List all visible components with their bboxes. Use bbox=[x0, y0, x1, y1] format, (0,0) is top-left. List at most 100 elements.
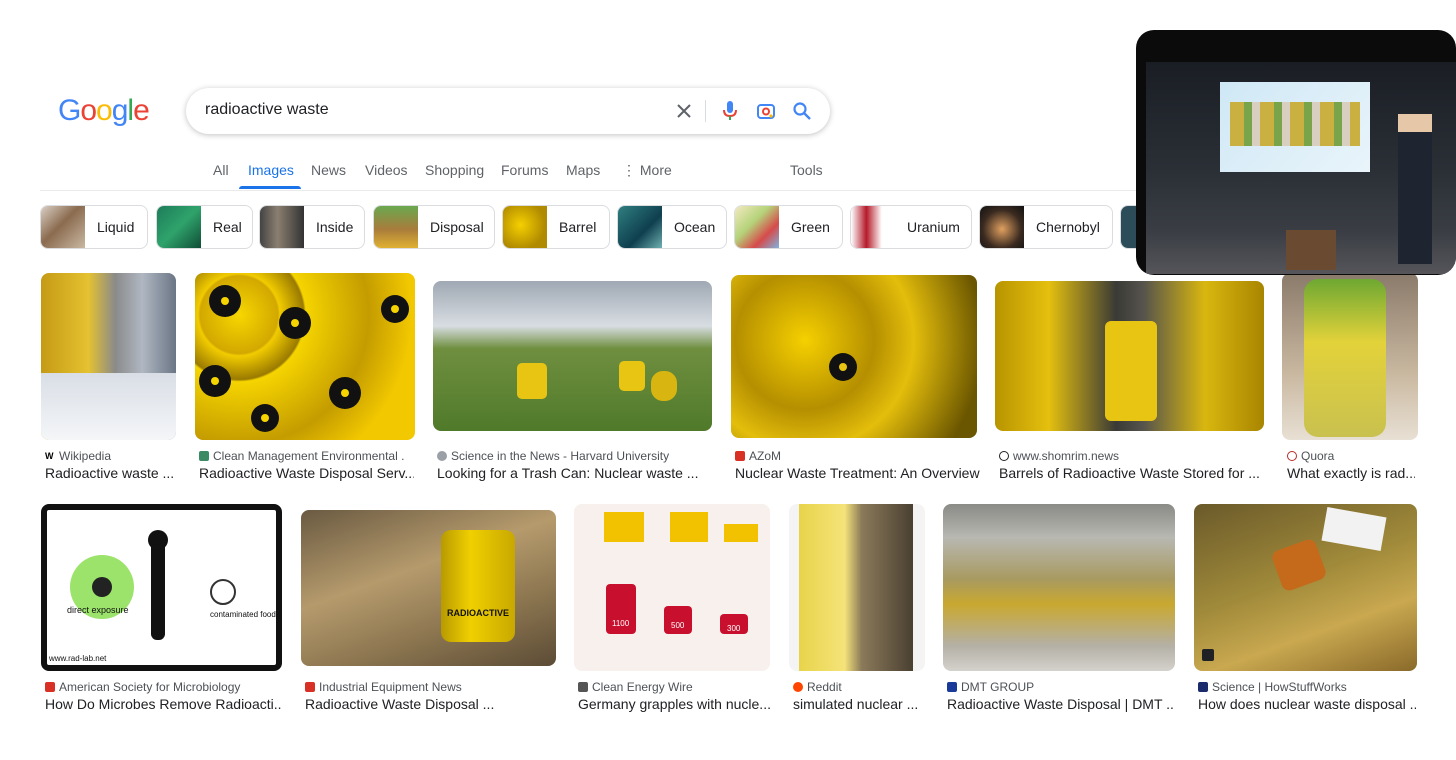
result-image[interactable]: direct exposure contaminated food www.ra… bbox=[41, 504, 282, 671]
lens-icon[interactable] bbox=[754, 99, 778, 123]
tab-maps[interactable]: Maps bbox=[566, 162, 600, 178]
result-image[interactable]: 1100 500 300 bbox=[574, 504, 770, 671]
diagram-watermark: www.rad-lab.net bbox=[48, 654, 107, 663]
presenter bbox=[1398, 114, 1432, 264]
result-image[interactable] bbox=[1194, 504, 1417, 671]
google-logo[interactable]: Google bbox=[58, 94, 150, 128]
source-favicon bbox=[735, 451, 745, 461]
tools-button[interactable]: Tools bbox=[790, 162, 823, 178]
chip-label: Liquid bbox=[97, 219, 135, 235]
tabs-divider bbox=[40, 190, 1140, 191]
result-title[interactable]: Germany grapples with nucle... bbox=[578, 696, 770, 712]
result-source: Clean Energy Wire bbox=[578, 680, 768, 694]
chip-thumbnail bbox=[41, 206, 85, 248]
source-favicon bbox=[45, 682, 55, 692]
clear-icon[interactable] bbox=[672, 99, 696, 123]
source-name: Science in the News - Harvard University bbox=[451, 449, 670, 463]
result-image[interactable] bbox=[789, 504, 925, 671]
tab-news[interactable]: News bbox=[311, 162, 346, 178]
chip-ocean[interactable]: Ocean bbox=[617, 205, 727, 249]
tab-videos[interactable]: Videos bbox=[365, 162, 408, 178]
chip-thumbnail bbox=[157, 206, 201, 248]
chip-barrel[interactable]: Barrel bbox=[502, 205, 610, 249]
result-image[interactable] bbox=[1282, 273, 1418, 440]
chart-value-1: 1100 bbox=[612, 619, 630, 628]
source-favicon bbox=[199, 451, 209, 461]
power-icon bbox=[999, 451, 1009, 461]
reddit-icon bbox=[793, 682, 803, 692]
source-name: Quora bbox=[1301, 449, 1335, 463]
source-name: American Society for Microbiology bbox=[59, 680, 241, 694]
result-source: Science | HowStuffWorks bbox=[1198, 680, 1413, 694]
more-dots-icon: ⋮ bbox=[622, 162, 640, 178]
barrel-label: RADIOACTIVE bbox=[447, 608, 510, 618]
video-overlay[interactable] bbox=[1136, 30, 1456, 275]
result-image[interactable] bbox=[433, 281, 712, 431]
result-title[interactable]: Looking for a Trash Can: Nuclear waste .… bbox=[437, 465, 712, 481]
source-favicon bbox=[578, 682, 588, 692]
chip-green[interactable]: Green bbox=[734, 205, 843, 249]
source-name: Clean Energy Wire bbox=[592, 680, 693, 694]
result-title[interactable]: Nuclear Waste Treatment: An Overview bbox=[735, 465, 980, 481]
tab-images[interactable]: Images bbox=[248, 162, 294, 178]
microphone-icon[interactable] bbox=[718, 99, 742, 123]
source-favicon bbox=[305, 682, 315, 692]
result-title[interactable]: Radioactive waste ... bbox=[45, 465, 178, 481]
chip-label: Real bbox=[213, 219, 242, 235]
source-name: Wikipedia bbox=[59, 449, 112, 463]
diagram-label-food: contaminated food bbox=[210, 610, 276, 619]
result-source: Clean Management Environmental ... bbox=[199, 449, 405, 463]
source-name: Science | HowStuffWorks bbox=[1212, 680, 1347, 694]
video-badge-icon bbox=[1202, 649, 1214, 661]
chip-thumbnail bbox=[618, 206, 662, 248]
result-image[interactable] bbox=[195, 273, 415, 440]
result-title[interactable]: Radioactive Waste Disposal ... bbox=[305, 696, 555, 712]
chip-liquid[interactable]: Liquid bbox=[40, 205, 148, 249]
result-image[interactable] bbox=[731, 275, 977, 438]
result-source: American Society for Microbiology bbox=[45, 680, 275, 694]
result-image[interactable] bbox=[41, 273, 176, 440]
result-source: Science in the News - Harvard University bbox=[437, 449, 707, 463]
more-menu[interactable]: ⋮ More bbox=[622, 162, 672, 179]
presenter-video bbox=[1146, 62, 1456, 274]
result-title[interactable]: How does nuclear waste disposal ... bbox=[1198, 696, 1416, 712]
chip-real[interactable]: Real bbox=[156, 205, 253, 249]
quora-icon bbox=[1287, 451, 1297, 461]
chip-uranium[interactable]: Uranium bbox=[850, 205, 972, 249]
result-title[interactable]: simulated nuclear ... bbox=[793, 696, 923, 712]
active-tab-indicator bbox=[239, 186, 301, 189]
desk-item bbox=[1286, 230, 1336, 270]
result-title[interactable]: How Do Microbes Remove Radioacti... bbox=[45, 696, 282, 712]
result-title[interactable]: Radioactive Waste Disposal Serv... bbox=[199, 465, 414, 481]
chip-thumbnail bbox=[374, 206, 418, 248]
source-favicon bbox=[1198, 682, 1208, 692]
source-name: Reddit bbox=[807, 680, 842, 694]
chart-value-3: 300 bbox=[727, 624, 741, 633]
chip-thumbnail bbox=[980, 206, 1024, 248]
tab-all[interactable]: All bbox=[213, 162, 229, 178]
source-name: DMT GROUP bbox=[961, 680, 1035, 694]
chip-thumbnail bbox=[503, 206, 547, 248]
result-image[interactable] bbox=[943, 504, 1175, 671]
search-input[interactable] bbox=[205, 101, 665, 119]
chip-thumbnail bbox=[851, 206, 895, 248]
result-title[interactable]: Barrels of Radioactive Waste Stored for … bbox=[999, 465, 1264, 481]
tab-shopping[interactable]: Shopping bbox=[425, 162, 484, 178]
search-icon[interactable] bbox=[790, 99, 814, 123]
tab-forums[interactable]: Forums bbox=[501, 162, 548, 178]
result-image[interactable]: RADIOACTIVE bbox=[301, 510, 556, 666]
result-title[interactable]: What exactly is rad... bbox=[1287, 465, 1415, 481]
search-box bbox=[186, 88, 830, 134]
chip-disposal[interactable]: Disposal bbox=[373, 205, 495, 249]
projector-screen bbox=[1220, 82, 1370, 172]
chip-inside[interactable]: Inside bbox=[259, 205, 365, 249]
source-name: Clean Management Environmental ... bbox=[213, 449, 405, 463]
chip-label: Chernobyl bbox=[1036, 219, 1100, 235]
chart-value-2: 500 bbox=[671, 621, 685, 630]
more-label: More bbox=[639, 162, 672, 178]
source-favicon bbox=[947, 682, 957, 692]
result-title[interactable]: Radioactive Waste Disposal | DMT ... bbox=[947, 696, 1175, 712]
result-image[interactable] bbox=[995, 281, 1264, 431]
chip-label: Disposal bbox=[430, 219, 484, 235]
chip-chernobyl[interactable]: Chernobyl bbox=[979, 205, 1113, 249]
